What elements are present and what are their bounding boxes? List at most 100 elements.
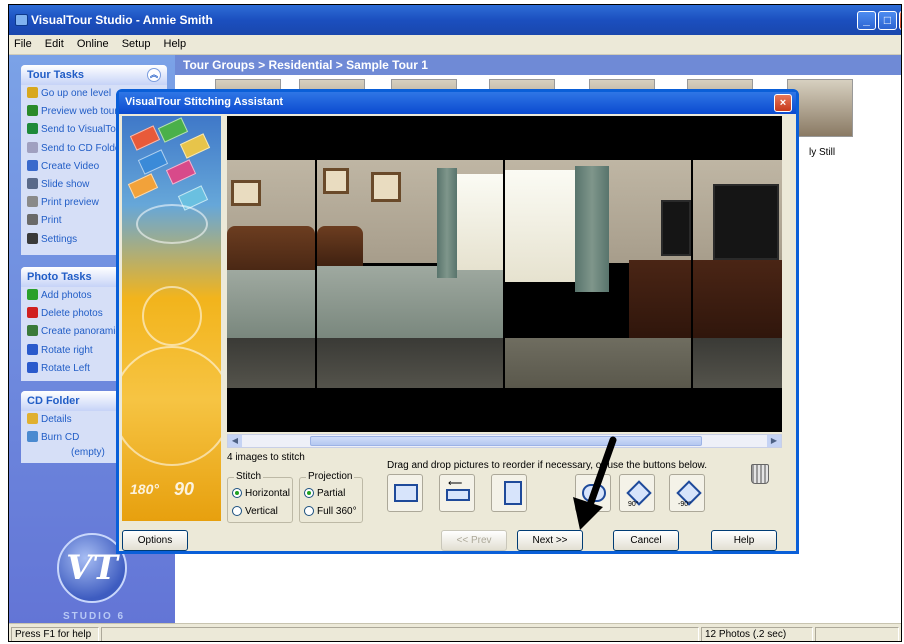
stitch-group-title: Stitch xyxy=(234,471,264,482)
art-tile xyxy=(129,125,161,151)
stitch-photo-1[interactable] xyxy=(227,160,315,388)
globe-icon xyxy=(27,123,38,135)
move-down-icon xyxy=(504,481,522,505)
stitch-photo-3[interactable] xyxy=(505,160,691,388)
stitch-photo-4[interactable] xyxy=(693,160,782,388)
cd-folder-item-label: Details xyxy=(41,414,72,425)
menu-edit[interactable]: Edit xyxy=(40,35,69,50)
status-empty-cell xyxy=(101,627,699,641)
move-down-button[interactable] xyxy=(491,474,527,512)
menu-bar: File Edit Online Setup Help xyxy=(9,35,901,55)
radio-unselected-icon xyxy=(232,506,242,516)
dialog-titlebar[interactable]: VisualTour Stitching Assistant × xyxy=(119,92,796,114)
status-bar: Press F1 for help 12 Photos (.2 sec) xyxy=(9,623,901,641)
rotate-right-90-label: 90° xyxy=(628,501,639,508)
dialog-close-icon[interactable]: × xyxy=(774,94,792,112)
stitch-horizontal-radio[interactable]: Horizontal xyxy=(232,488,290,499)
panorama-scrollbar[interactable]: ◀ ▶ xyxy=(227,434,782,448)
panorama-preview[interactable] xyxy=(227,116,782,432)
add-icon xyxy=(27,289,38,300)
menu-online[interactable]: Online xyxy=(72,35,114,50)
projection-full360-label: Full 360° xyxy=(317,506,357,517)
art-ring xyxy=(142,286,202,346)
art-ring xyxy=(122,346,221,466)
radio-unselected-icon xyxy=(304,506,314,516)
photo-tasks-item-label: Add photos xyxy=(41,290,92,301)
wizard-side-artwork: 180° 90 xyxy=(122,116,221,521)
art-tile xyxy=(127,173,159,199)
stitch-group: Stitch Horizontal Vertical xyxy=(227,471,293,523)
print-preview-icon xyxy=(27,196,38,208)
art-label-90: 90 xyxy=(174,479,195,499)
photo-tasks-item-label: Rotate right xyxy=(41,344,93,356)
maximize-icon[interactable]: □ xyxy=(878,11,897,30)
reorder-button[interactable] xyxy=(387,474,423,512)
cd-icon xyxy=(27,141,38,153)
cancel-button[interactable]: Cancel xyxy=(613,530,679,551)
menu-setup[interactable]: Setup xyxy=(117,35,156,50)
burn-cd-icon xyxy=(27,431,38,443)
scroll-left-icon[interactable]: ◀ xyxy=(228,435,242,447)
tour-tasks-item-label: Send to VisualTour xyxy=(41,124,125,136)
menu-help[interactable]: Help xyxy=(159,35,192,50)
tour-tasks-item-label: Send to CD Folder xyxy=(41,142,124,154)
photo-tasks-item-label: Create panoramic xyxy=(41,326,121,338)
photo-tasks-item-label: Rotate Left xyxy=(41,362,90,374)
art-tile xyxy=(179,133,211,159)
move-left-icon xyxy=(446,489,470,501)
radio-selected-icon xyxy=(304,488,314,498)
projection-partial-radio[interactable]: Partial xyxy=(304,488,345,499)
settings-icon xyxy=(27,232,38,244)
projection-group-title: Projection xyxy=(306,471,355,482)
panoramic-icon xyxy=(27,325,38,337)
tour-tasks-item-label: Go up one level xyxy=(41,88,112,99)
stitch-vertical-label: Vertical xyxy=(245,506,278,517)
next-button[interactable]: Next >> xyxy=(517,530,583,551)
tour-tasks-item-label: Settings xyxy=(41,233,78,245)
art-ring xyxy=(136,204,208,244)
collapse-chevron-icon[interactable]: ︽ xyxy=(147,68,161,82)
breadcrumb[interactable]: Tour Groups > Residential > Sample Tour … xyxy=(175,55,901,75)
art-tile xyxy=(137,149,169,175)
projection-partial-label: Partial xyxy=(317,488,346,499)
rotate-left-90-button[interactable]: -90° xyxy=(669,474,705,512)
rotate-right-90-button[interactable]: 90° xyxy=(619,474,655,512)
move-left-button[interactable]: ⟵ xyxy=(439,474,475,512)
scrollbar-thumb[interactable] xyxy=(310,436,702,446)
art-tile xyxy=(165,159,197,185)
tour-tasks-header[interactable]: Tour Tasks ︽ xyxy=(21,65,167,85)
close-icon[interactable]: × xyxy=(899,11,901,30)
art-tile xyxy=(157,117,189,143)
preview-icon xyxy=(27,105,38,117)
tour-tasks-item-label: Create Video xyxy=(41,160,100,172)
flip-button[interactable] xyxy=(575,474,611,512)
reorder-icon xyxy=(394,484,418,502)
print-icon xyxy=(27,214,38,226)
image-count-label: 4 images to stitch xyxy=(227,452,305,463)
radio-selected-icon xyxy=(232,488,242,498)
menu-file[interactable]: File xyxy=(9,35,37,50)
scroll-right-icon[interactable]: ▶ xyxy=(767,435,781,447)
tour-tasks-item-label: Preview web tour xyxy=(41,106,118,118)
photo-tasks-item-label: Delete photos xyxy=(41,308,103,320)
trash-icon[interactable] xyxy=(751,464,769,484)
window-titlebar[interactable]: VisualTour Studio - Annie Smith _ □ × xyxy=(9,5,901,35)
video-icon xyxy=(27,159,38,171)
options-button[interactable]: Options xyxy=(122,530,188,551)
status-help-text: Press F1 for help xyxy=(11,627,99,641)
minimize-icon[interactable]: _ xyxy=(857,11,876,30)
prev-button[interactable]: << Prev xyxy=(441,530,507,551)
rotate-left-icon xyxy=(27,361,38,373)
help-button[interactable]: Help xyxy=(711,530,777,551)
cd-folder-title: CD Folder xyxy=(27,395,80,407)
projection-full360-radio[interactable]: Full 360° xyxy=(304,506,357,517)
stitch-vertical-radio[interactable]: Vertical xyxy=(232,506,278,517)
photo-tasks-title: Photo Tasks xyxy=(27,271,92,283)
delete-icon xyxy=(27,307,38,319)
projection-group: Projection Partial Full 360° xyxy=(299,471,363,523)
dialog-body: 180° 90 ◀ ▶ 4 images to stitch Drag and … xyxy=(119,114,796,551)
dialog-title: VisualTour Stitching Assistant xyxy=(125,96,284,108)
stitch-photo-2[interactable] xyxy=(317,160,503,388)
cd-folder-item-label: Burn CD xyxy=(41,432,80,444)
rotate-left-90-label: -90° xyxy=(678,501,691,508)
